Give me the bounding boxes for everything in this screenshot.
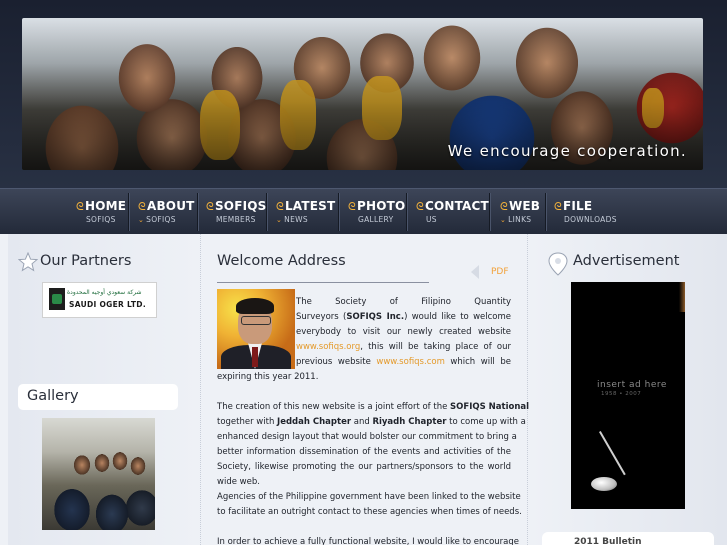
banner-tagline: We encourage cooperation. [447, 142, 687, 160]
left-sidebar: Our Partners شركة سعودي أوجيه المحدودة S… [8, 234, 198, 545]
partner-logo-name: SAUDI OGER LTD. [69, 300, 146, 309]
swirl-icon: ᘓ [348, 200, 356, 213]
map-pin-icon [548, 252, 568, 276]
nav-contact-sub: US [426, 215, 437, 224]
gallery-thumbnail-photo[interactable] [42, 418, 155, 530]
bulletin-heading-box: 2011 Bulletin [542, 532, 714, 545]
title-divider [217, 282, 429, 283]
chevron-down-icon: ⌄ [276, 216, 283, 224]
swirl-icon: ᘓ [276, 200, 284, 213]
gallery-heading-box: Gallery [18, 384, 178, 410]
advertisement-heading: Advertisement [573, 253, 680, 269]
gallery-heading: Gallery [27, 388, 79, 404]
article-paragraph-2: The creation of this new website is a jo… [217, 400, 530, 520]
chevron-down-icon: ⌄ [500, 216, 507, 224]
article-paragraph-1-end: expiring this year 2011. [217, 370, 511, 385]
article-paragraph-1-right: The Society of Filipino Quantity Surveyo… [296, 295, 511, 370]
author-portrait-photo [217, 289, 295, 369]
p1-line-6: expiring this year 2011. [217, 372, 319, 382]
swirl-icon: ᘓ [76, 200, 84, 213]
article-title: Welcome Address [217, 253, 346, 269]
nav-news-sub: NEWS [284, 215, 308, 224]
chevron-down-icon: ⌄ [138, 216, 145, 224]
right-sidebar: Advertisement insert ad here 1958 • 2007… [530, 234, 727, 545]
nav-home-sub: SOFIQS [86, 215, 116, 224]
p2-line-3: enhanced design layout that would bolste… [217, 432, 517, 442]
content-area: Our Partners شركة سعودي أوجيه المحدودة S… [0, 234, 727, 545]
article-paragraph-3: In order to achieve a fully functional w… [217, 535, 520, 545]
link-sofiqs-org[interactable]: www.sofiqs.org [296, 342, 360, 352]
p1-line-4: www.sofiqs.org, this will be taking plac… [296, 342, 511, 352]
nav-members-label: SOFIQS [214, 199, 267, 213]
p1-line-2: Surveyors (SOFIQS Inc.) would like to we… [296, 312, 512, 322]
ad-text: insert ad here [597, 380, 667, 390]
swirl-icon: ᘓ [500, 200, 508, 213]
nav-links-label: WEB [508, 199, 541, 213]
p2-line-8: to facilitate an outright contact to the… [217, 507, 522, 517]
nav-about-sub: SOFIQS [146, 215, 176, 224]
nav-news-label: LATEST [284, 199, 336, 213]
star-icon [18, 252, 38, 272]
p1-line-1: The Society of Filipino Quantity [296, 297, 511, 307]
p2-line-4: better information dissemination of the … [217, 447, 511, 457]
main-article: Welcome Address PDF The Society of Filip… [200, 234, 530, 545]
nav-downloads-sub: DOWNLOADS [564, 215, 617, 224]
p2-line-2: together with Jeddah Chapter and Riyadh … [217, 417, 526, 427]
swirl-icon: ᘓ [138, 200, 146, 213]
partner-logo-saudi-oger[interactable]: شركة سعودي أوجيه المحدودة SAUDI OGER LTD… [42, 282, 157, 318]
header-banner-photo: We encourage cooperation. [22, 18, 703, 170]
page: We encourage cooperation. ᘓHOME SOFIQS ᘓ… [0, 0, 727, 545]
nav-contact-label: CONTACT [424, 199, 489, 213]
pdf-export-link[interactable]: PDF [471, 264, 515, 280]
p1-line-5: previous website www.sofiqs.com which wi… [296, 357, 511, 367]
link-sofiqs-com[interactable]: www.sofiqs.com [376, 357, 444, 367]
nav-downloads-label: FILE [562, 199, 593, 213]
nav-members-sub: MEMBERS [216, 215, 256, 224]
partner-logo-arabic: شركة سعودي أوجيه المحدودة [67, 289, 142, 296]
nav-home-label: HOME [84, 199, 127, 213]
advertisement-banner[interactable]: insert ad here 1958 • 2007 [571, 282, 685, 509]
ad-years: 1958 • 2007 [601, 391, 642, 397]
nav-gallery-sub: GALLERY [358, 215, 394, 224]
p2-line-7: Agencies of the Philippine government ha… [217, 492, 521, 502]
saudi-oger-logo-icon [49, 288, 65, 310]
p2-line-1: The creation of this new website is a jo… [217, 402, 530, 412]
nav-about-label: ABOUT [146, 199, 195, 213]
arrow-left-icon [471, 265, 479, 279]
p1-line-3: everybody to visit our newly created web… [296, 327, 511, 337]
p3-line-1: In order to achieve a fully functional w… [217, 537, 520, 545]
swirl-icon: ᘓ [554, 200, 562, 213]
nav-gallery-label: PHOTO [356, 199, 406, 213]
nav-links-sub: LINKS [508, 215, 532, 224]
swirl-icon: ᘓ [416, 200, 424, 213]
p2-line-6: wide web. [217, 477, 260, 487]
bulletin-heading: 2011 Bulletin [574, 537, 642, 545]
swirl-icon: ᘓ [206, 200, 214, 213]
partners-heading: Our Partners [40, 253, 132, 269]
main-navigation: ᘓHOME SOFIQS ᘓABOUT ⌄ SOFIQS ᘓSOFIQS MEMB… [0, 188, 727, 235]
p2-line-5: Society, likewise promoting the our part… [217, 462, 511, 472]
pdf-label: PDF [491, 267, 509, 277]
